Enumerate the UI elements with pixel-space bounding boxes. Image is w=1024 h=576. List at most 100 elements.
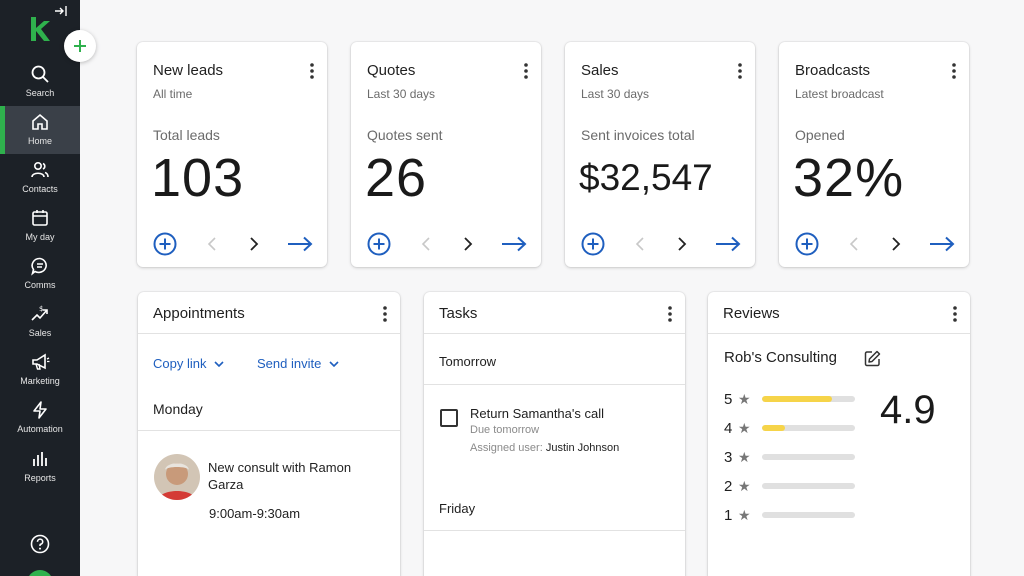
add-button[interactable] — [795, 232, 819, 256]
sidebar-item-home[interactable]: Home — [0, 106, 80, 154]
sidebar-item-automation[interactable]: Automation — [0, 400, 80, 446]
sidebar-item-my-day[interactable]: My day — [0, 208, 80, 254]
star-count: 5 — [724, 390, 733, 408]
task-assignee: Assigned user: Justin Johnson — [470, 442, 619, 454]
group-heading-tomorrow: Tomorrow — [439, 354, 497, 369]
previous-button[interactable] — [847, 232, 861, 256]
copy-link-dropdown[interactable]: Copy link — [153, 356, 225, 371]
view-all-button[interactable] — [501, 232, 527, 256]
divider — [424, 384, 685, 385]
more-options-icon[interactable] — [951, 62, 957, 80]
more-options-icon[interactable] — [952, 305, 958, 323]
rating-row-3: 3 ★ — [724, 448, 855, 466]
chevron-right-icon — [464, 237, 473, 251]
more-options-icon[interactable] — [737, 62, 743, 80]
chevron-down-icon — [329, 360, 339, 367]
kpi-card-new-leads[interactable]: New leads All time Total leads 103 — [137, 42, 327, 267]
metric-value: 103 — [151, 148, 245, 208]
more-options-icon[interactable] — [523, 62, 529, 80]
rating-bar — [762, 425, 855, 431]
sidebar-item-search[interactable]: Search — [0, 64, 80, 110]
reviews-panel: Reviews Rob's Consulting 5 ★ 4 ★ 3 ★ 2 ★ 1 ★ … — [708, 292, 970, 576]
edit-icon[interactable] — [864, 350, 881, 367]
chevron-left-icon — [635, 237, 644, 251]
search-icon — [31, 65, 49, 83]
metric-label: Opened — [795, 127, 845, 143]
sidebar-item-label: Comms — [24, 280, 56, 290]
view-all-button[interactable] — [287, 232, 313, 256]
appointment-title[interactable]: New consult with Ramon Garza — [208, 459, 388, 493]
quick-add-button[interactable] — [64, 30, 96, 62]
rating-bar-fill — [762, 425, 786, 431]
view-all-button[interactable] — [929, 232, 955, 256]
appointments-panel: Appointments Copy link Send invite Monda… — [138, 292, 400, 576]
panel-title: Reviews — [723, 305, 780, 322]
arrow-right-icon — [716, 236, 741, 252]
star-icon: ★ — [738, 448, 751, 465]
send-invite-dropdown[interactable]: Send invite — [257, 356, 339, 371]
star-icon: ★ — [738, 390, 751, 407]
task-due: Due tomorrow — [470, 424, 540, 436]
collapse-sidebar-icon[interactable] — [54, 4, 68, 18]
send-invite-label: Send invite — [257, 356, 322, 371]
add-button[interactable] — [367, 232, 391, 256]
metric-label: Total leads — [153, 127, 220, 143]
kpi-card-sales[interactable]: Sales Last 30 days Sent invoices total $… — [565, 42, 755, 267]
previous-button[interactable] — [633, 232, 647, 256]
card-subtitle: Last 30 days — [367, 87, 436, 101]
more-options-icon[interactable] — [309, 62, 315, 80]
plus-icon — [74, 40, 86, 52]
previous-button[interactable] — [419, 232, 433, 256]
assigned-name: Justin Johnson — [545, 442, 620, 454]
sidebar-item-marketing[interactable]: Marketing — [0, 352, 80, 398]
metric-label: Quotes sent — [367, 127, 443, 143]
keap-logo-icon[interactable] — [28, 16, 52, 42]
star-icon: ★ — [738, 506, 751, 523]
sidebar-item-contacts[interactable]: Contacts — [0, 160, 80, 206]
sidebar-item-sales[interactable]: $ Sales — [0, 304, 80, 350]
next-button[interactable] — [461, 232, 475, 256]
chat-icon — [31, 257, 47, 276]
next-button[interactable] — [247, 232, 261, 256]
panel-header: Reviews — [708, 292, 970, 334]
chevron-left-icon — [207, 237, 216, 251]
rating-row-5: 5 ★ — [724, 390, 855, 408]
bar-chart-icon — [33, 452, 47, 466]
star-icon: ★ — [738, 419, 751, 436]
metric-value: 32% — [793, 148, 905, 208]
chevron-down-icon — [214, 360, 225, 367]
previous-button[interactable] — [205, 232, 219, 256]
task-checkbox[interactable] — [440, 409, 458, 427]
sidebar: Search Home Contacts My day Comms $ Sale… — [0, 0, 80, 576]
sidebar-item-label: Marketing — [20, 376, 60, 386]
next-button[interactable] — [675, 232, 689, 256]
sidebar-item-label: Contacts — [22, 184, 58, 194]
view-all-button[interactable] — [715, 232, 741, 256]
more-options-icon[interactable] — [667, 305, 673, 323]
metric-label: Sent invoices total — [581, 127, 695, 143]
user-avatar[interactable] — [27, 570, 53, 576]
kpi-card-broadcasts[interactable]: Broadcasts Latest broadcast Opened 32% — [779, 42, 969, 267]
add-button[interactable] — [581, 232, 605, 256]
card-title: Quotes — [367, 62, 416, 79]
contact-photo-icon — [154, 454, 200, 500]
kpi-card-quotes[interactable]: Quotes Last 30 days Quotes sent 26 — [351, 42, 541, 267]
avatar — [154, 454, 200, 500]
sidebar-item-reports[interactable]: Reports — [0, 449, 80, 495]
card-actions — [581, 232, 741, 256]
next-button[interactable] — [889, 232, 903, 256]
home-icon — [32, 113, 48, 130]
rating-bar — [762, 454, 855, 460]
divider — [424, 530, 685, 531]
more-options-icon[interactable] — [382, 305, 388, 323]
sidebar-item-comms[interactable]: Comms — [0, 256, 80, 302]
help-icon[interactable] — [30, 534, 50, 554]
star-count: 2 — [724, 477, 733, 495]
card-title: New leads — [153, 62, 224, 79]
average-rating: 4.9 — [880, 388, 936, 432]
task-title[interactable]: Return Samantha's call — [470, 406, 604, 421]
add-button[interactable] — [153, 232, 177, 256]
sales-icon: $ — [31, 305, 48, 321]
arrow-right-icon — [930, 236, 955, 252]
sidebar-item-label: Reports — [24, 473, 56, 483]
